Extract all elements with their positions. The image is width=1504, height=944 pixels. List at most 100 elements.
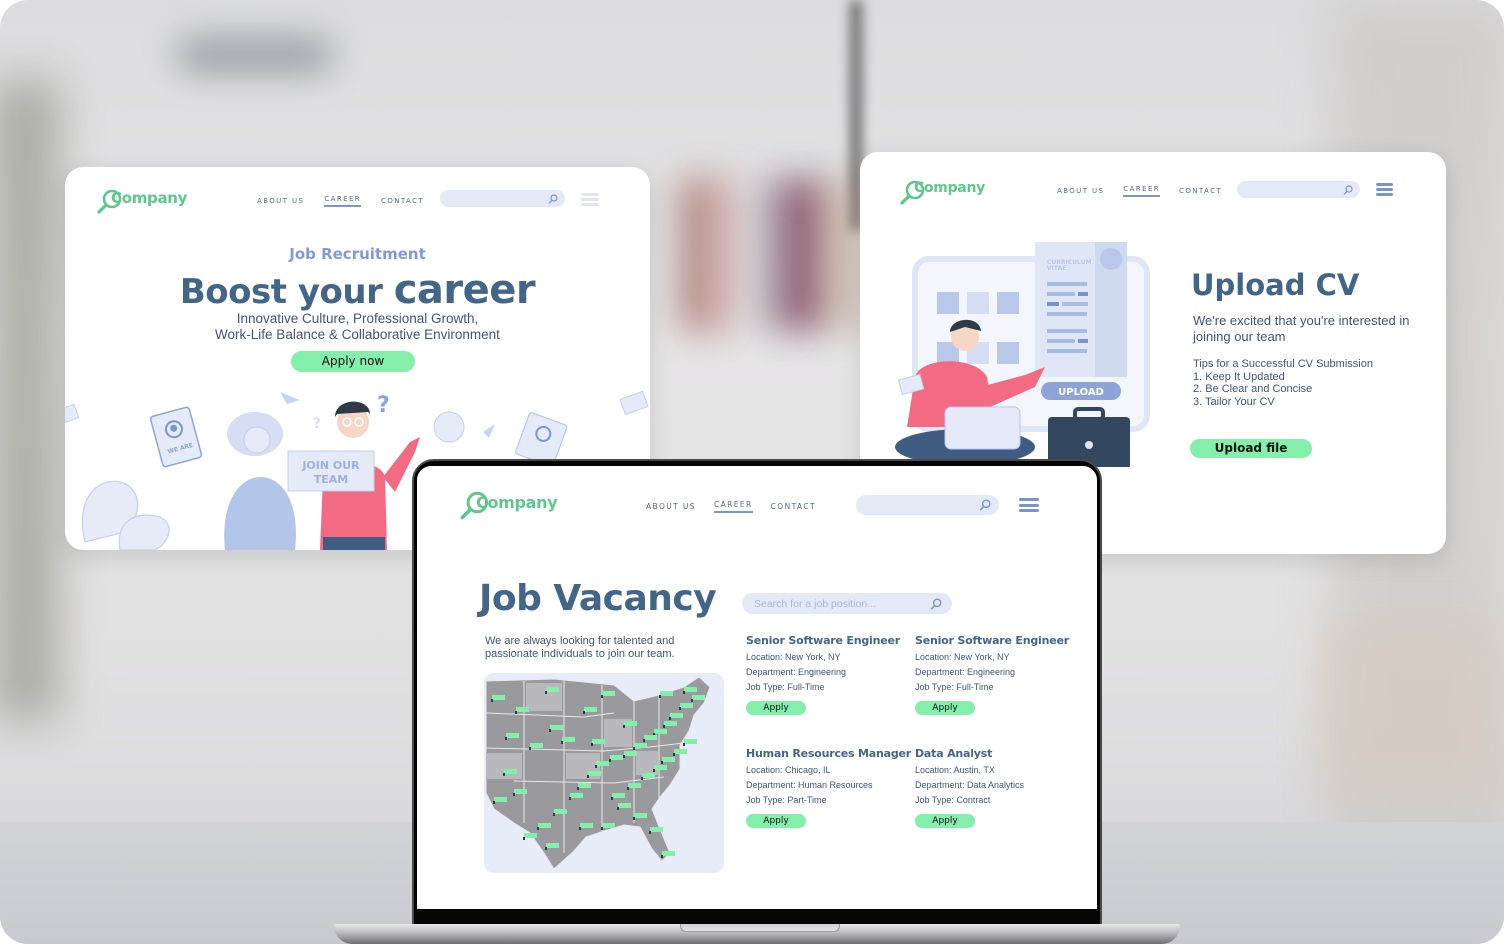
marker-pin (545, 691, 547, 694)
job-location-marker[interactable] (664, 721, 677, 726)
job-location-marker[interactable] (684, 739, 697, 744)
job-location-marker[interactable] (602, 691, 615, 696)
job-type: Job Type: Full-Time (915, 682, 994, 692)
search-icon[interactable] (1343, 184, 1353, 195)
job-location-marker[interactable] (578, 783, 591, 788)
job-location-marker[interactable] (538, 823, 551, 828)
job-location-marker[interactable] (692, 695, 705, 700)
job-location-marker[interactable] (624, 751, 637, 756)
job-location-marker[interactable] (580, 823, 593, 828)
job-location-marker[interactable] (524, 833, 537, 838)
marker-pin (679, 707, 681, 710)
job-location-marker[interactable] (662, 757, 675, 762)
job-location-marker[interactable] (546, 687, 559, 692)
job-location: Location: Austin, TX (915, 765, 995, 775)
marker-pin (523, 837, 525, 840)
job-location-marker[interactable] (610, 755, 623, 760)
curriculum-vitae-document: CURRICULUM VITAE (1035, 242, 1127, 377)
job-location-marker[interactable] (628, 783, 641, 788)
title-part-1: Boost your (179, 272, 383, 312)
hamburger-menu-icon[interactable] (1376, 183, 1393, 196)
search-input[interactable] (440, 190, 565, 207)
nav-contact[interactable]: CONTACT (771, 502, 816, 511)
sign-line-2: TEAM (314, 473, 348, 486)
apply-button[interactable]: Apply (915, 814, 975, 828)
job-location-marker[interactable] (654, 765, 667, 770)
nav-career[interactable]: CAREER (324, 195, 362, 207)
hamburger-menu-icon[interactable] (581, 193, 599, 206)
search-icon[interactable] (930, 597, 942, 610)
job-location-marker[interactable] (554, 809, 567, 814)
job-location-marker[interactable] (570, 793, 583, 798)
company-logo[interactable]: Company (900, 180, 985, 205)
marker-pin (611, 797, 613, 800)
apply-button[interactable]: Apply (746, 701, 806, 715)
job-location-marker[interactable] (588, 771, 601, 776)
job-location-marker[interactable] (624, 721, 637, 726)
nav-career[interactable]: CAREER (1123, 185, 1161, 197)
apply-button[interactable]: Apply (915, 701, 975, 715)
apply-now-button[interactable]: Apply now (291, 351, 415, 372)
search-input[interactable] (1237, 181, 1360, 198)
job-title: Data Analyst (915, 747, 993, 760)
nav-contact[interactable]: CONTACT (1179, 187, 1222, 195)
apply-button[interactable]: Apply (746, 814, 806, 828)
job-location-marker[interactable] (550, 725, 563, 730)
marker-pin (661, 761, 663, 764)
job-location-marker[interactable] (684, 687, 697, 692)
nav-career[interactable]: CAREER (713, 500, 753, 513)
job-location-marker[interactable] (514, 789, 527, 794)
job-location-marker[interactable] (562, 737, 575, 742)
job-location-marker[interactable] (516, 707, 529, 712)
job-location-marker[interactable] (650, 827, 663, 832)
nav-about-us[interactable]: ABOUT US (257, 197, 304, 205)
job-location-marker[interactable] (602, 823, 615, 828)
job-location-marker[interactable] (660, 691, 673, 696)
main-nav: ABOUT US CAREER CONTACT (257, 195, 424, 207)
question-mark-icon: ? (377, 393, 390, 418)
background-blur (830, 180, 860, 330)
job-location-marker[interactable] (644, 735, 657, 740)
nav-contact[interactable]: CONTACT (381, 197, 424, 205)
title-part-2: career (393, 267, 536, 313)
job-location-marker[interactable] (670, 713, 683, 718)
upload-cv-illustration: CURRICULUM VITAE UPLOAD (895, 242, 1150, 467)
upload-badge: UPLOAD (1041, 382, 1121, 400)
marker-pin (649, 831, 651, 834)
company-logo[interactable]: Company (97, 189, 187, 214)
job-location-marker[interactable] (492, 695, 505, 700)
job-location-marker[interactable] (584, 707, 597, 712)
marker-pin (659, 695, 661, 698)
job-location-marker[interactable] (654, 729, 667, 734)
background-blur (710, 180, 740, 330)
nav-about-us[interactable]: ABOUT US (1057, 187, 1104, 195)
we-are-hiring-poster: WE ARE (149, 406, 203, 468)
hamburger-menu-icon[interactable] (1019, 498, 1039, 512)
nav-about-us[interactable]: ABOUT US (646, 502, 696, 511)
job-location-marker[interactable] (642, 773, 655, 778)
job-locations-map[interactable] (484, 673, 724, 873)
job-location-marker[interactable] (596, 761, 609, 766)
job-location-marker[interactable] (634, 743, 647, 748)
search-icon[interactable] (979, 499, 991, 511)
subtitle-line: Work-Life Balance & Collaborative Enviro… (215, 327, 500, 342)
job-search-field[interactable] (742, 593, 952, 614)
job-location-marker[interactable] (634, 813, 647, 818)
job-location-marker[interactable] (674, 749, 687, 754)
search-icon[interactable] (548, 193, 558, 204)
job-location-marker[interactable] (530, 743, 543, 748)
marker-pin (601, 695, 603, 698)
upload-file-button[interactable]: Upload file (1190, 439, 1312, 458)
job-location-marker[interactable] (592, 739, 605, 744)
job-search-input[interactable] (754, 593, 924, 614)
company-logo[interactable]: Company (460, 491, 558, 520)
search-input[interactable] (856, 495, 999, 515)
job-location-marker[interactable] (618, 803, 631, 808)
job-location-marker[interactable] (504, 769, 517, 774)
job-location-marker[interactable] (546, 843, 559, 848)
job-location-marker[interactable] (506, 733, 519, 738)
job-location-marker[interactable] (612, 793, 625, 798)
job-location-marker[interactable] (662, 851, 675, 856)
job-location-marker[interactable] (680, 703, 693, 708)
job-location-marker[interactable] (494, 797, 507, 802)
